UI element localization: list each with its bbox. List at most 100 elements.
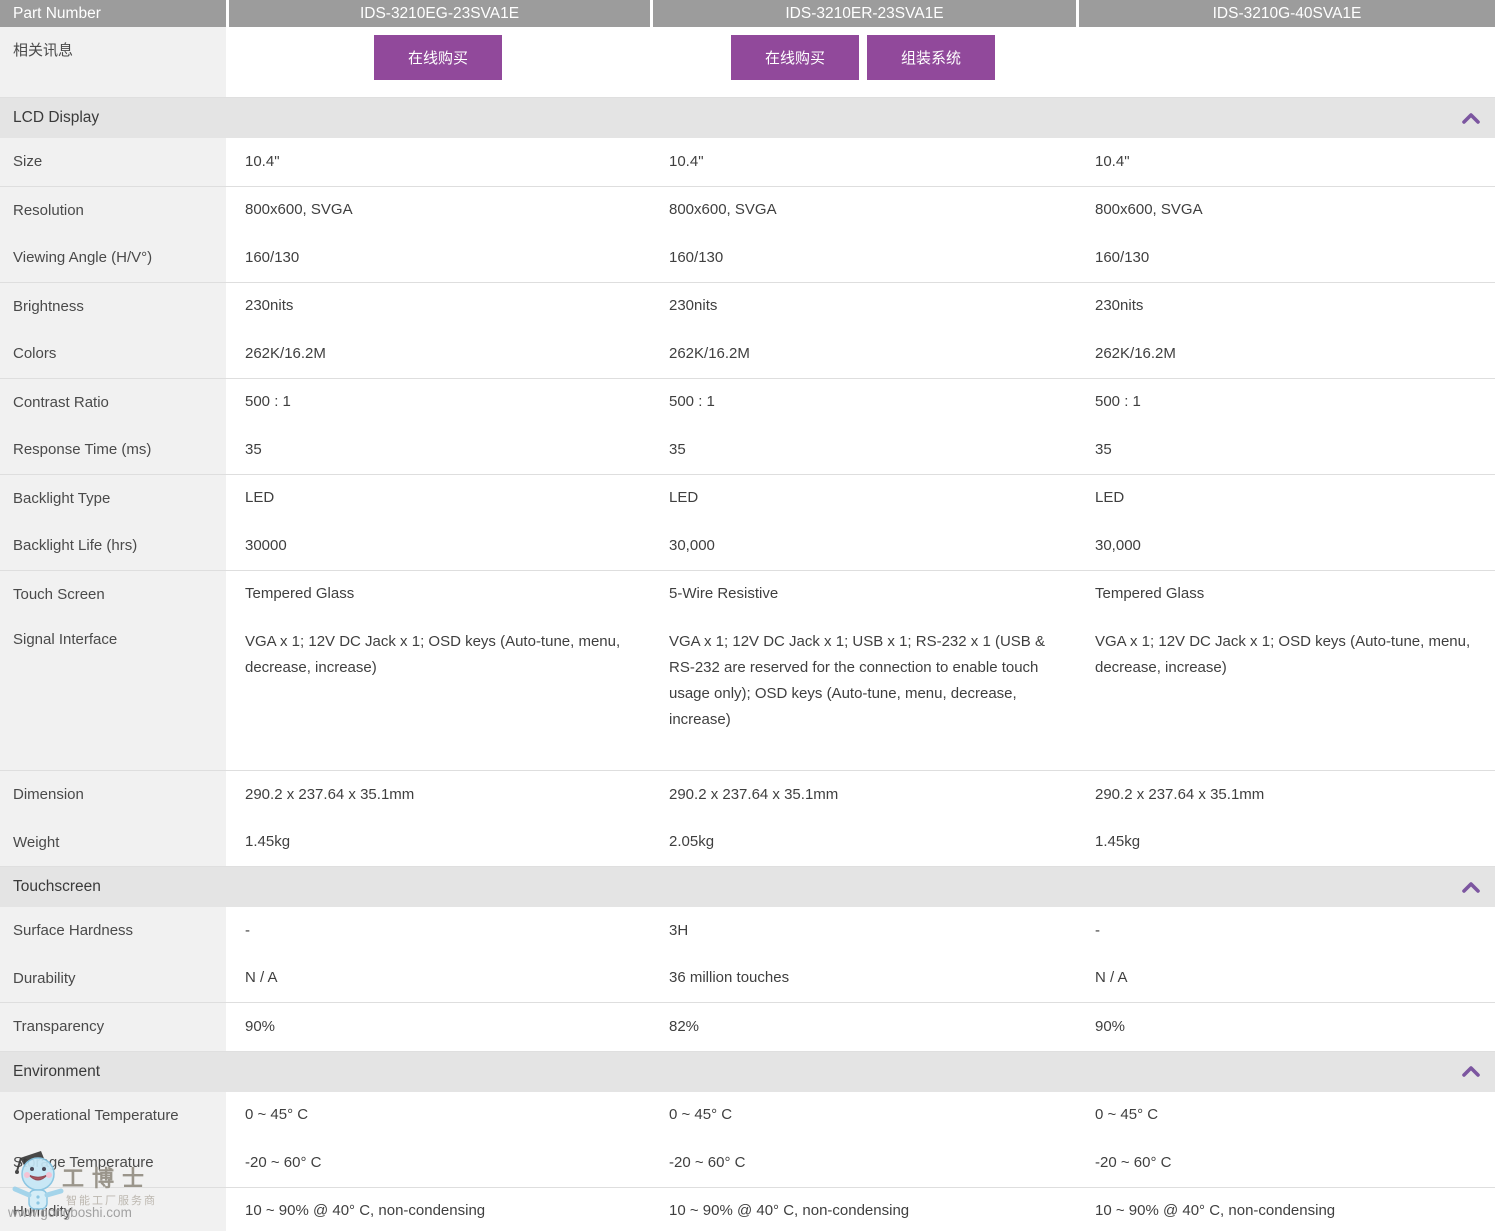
- spec-value: 0 ~ 45° C: [650, 1102, 1076, 1128]
- row-label: Signal Interface: [0, 618, 226, 770]
- row-label: Operational Temperature: [0, 1092, 226, 1140]
- spec-value: Tempered Glass: [226, 581, 650, 607]
- spec-value: 262K/16.2M: [650, 341, 1076, 367]
- spec-value: 35: [226, 437, 650, 463]
- spec-value: LED: [226, 485, 650, 511]
- spec-value: -: [1076, 918, 1495, 944]
- row-label: Size: [0, 138, 226, 186]
- part-number-col-2: IDS-3210ER-23SVA1E: [650, 0, 1076, 27]
- spec-value: 10.4": [1076, 149, 1495, 175]
- spec-row-signal-interface: Signal InterfaceVGA x 1; 12V DC Jack x 1…: [0, 618, 1495, 771]
- spec-value: 230nits: [1076, 293, 1495, 319]
- related-cell-3: [1076, 27, 1495, 97]
- spec-value: 10.4": [650, 149, 1076, 175]
- spec-value: Tempered Glass: [1076, 581, 1495, 607]
- spec-value: 290.2 x 237.64 x 35.1mm: [1076, 782, 1495, 808]
- spec-row-storage-temperature: Storage Temperature-20 ~ 60° C-20 ~ 60° …: [0, 1139, 1495, 1188]
- spec-value: -: [226, 918, 650, 944]
- spec-row-contrast-ratio: Contrast Ratio500 : 1500 : 1500 : 1: [0, 379, 1495, 427]
- spec-value: 800x600, SVGA: [650, 197, 1076, 223]
- spec-value: LED: [650, 485, 1076, 511]
- related-info-row: 相关讯息 在线购买 在线购买 组装系统: [0, 27, 1495, 97]
- section-header-lcd-display[interactable]: LCD Display: [0, 97, 1495, 138]
- related-cell-1: 在线购买: [226, 27, 650, 97]
- section-header-environment[interactable]: Environment: [0, 1051, 1495, 1092]
- spec-row-weight: Weight1.45kg2.05kg1.45kg: [0, 819, 1495, 867]
- spec-value: 160/130: [650, 245, 1076, 271]
- spec-value: 10.4": [226, 149, 650, 175]
- spec-value: 290.2 x 237.64 x 35.1mm: [650, 782, 1076, 808]
- part-number-col-1: IDS-3210EG-23SVA1E: [226, 0, 650, 27]
- chevron-up-icon[interactable]: [1462, 882, 1480, 893]
- spec-row-humidity: Humidity10 ~ 90% @ 40° C, non-condensing…: [0, 1188, 1495, 1231]
- spec-row-brightness: Brightness230nits230nits230nits: [0, 283, 1495, 331]
- related-info-label: 相关讯息: [0, 27, 226, 97]
- spec-value: -20 ~ 60° C: [650, 1150, 1076, 1176]
- spec-row-dimension: Dimension290.2 x 237.64 x 35.1mm290.2 x …: [0, 771, 1495, 819]
- spec-value: 800x600, SVGA: [226, 197, 650, 223]
- buy-online-button-col1[interactable]: 在线购买: [374, 35, 502, 80]
- spec-value: 36 million touches: [650, 965, 1076, 991]
- spec-value: 30,000: [650, 533, 1076, 559]
- spec-value: 262K/16.2M: [226, 341, 650, 367]
- spec-value: -20 ~ 60° C: [226, 1150, 650, 1176]
- row-label: Contrast Ratio: [0, 379, 226, 427]
- section-title: Environment: [13, 1063, 100, 1081]
- row-label: Transparency: [0, 1003, 226, 1051]
- spec-row-surface-hardness: Surface Hardness-3H-: [0, 907, 1495, 955]
- spec-row-resolution: Resolution800x600, SVGA800x600, SVGA800x…: [0, 187, 1495, 235]
- row-label: Humidity: [0, 1188, 226, 1231]
- row-label: Brightness: [0, 283, 226, 331]
- spec-value: 160/130: [226, 245, 650, 271]
- spec-row-viewing-angle-h-v: Viewing Angle (H/V°)160/130160/130160/13…: [0, 234, 1495, 283]
- spec-value: 290.2 x 237.64 x 35.1mm: [226, 782, 650, 808]
- spec-value: 800x600, SVGA: [1076, 197, 1495, 223]
- spec-value: N / A: [1076, 965, 1495, 991]
- row-label: Viewing Angle (H/V°): [0, 234, 226, 282]
- spec-value: LED: [1076, 485, 1495, 511]
- row-label: Durability: [0, 955, 226, 1003]
- section-header-touchscreen[interactable]: Touchscreen: [0, 866, 1495, 907]
- spec-value: VGA x 1; 12V DC Jack x 1; OSD keys (Auto…: [226, 618, 650, 770]
- row-label: Resolution: [0, 187, 226, 235]
- spec-row-colors: Colors262K/16.2M262K/16.2M262K/16.2M: [0, 330, 1495, 379]
- row-label: Colors: [0, 330, 226, 378]
- spec-value: 10 ~ 90% @ 40° C, non-condensing: [226, 1198, 650, 1224]
- spec-value: 1.45kg: [1076, 829, 1495, 855]
- related-cell-2: 在线购买 组装系统: [650, 27, 1076, 97]
- spec-row-response-time-ms: Response Time (ms)353535: [0, 426, 1495, 475]
- spec-value: 5-Wire Resistive: [650, 581, 1076, 607]
- row-label: Surface Hardness: [0, 907, 226, 955]
- spec-value: 160/130: [1076, 245, 1495, 271]
- spec-value: 35: [1076, 437, 1495, 463]
- spec-value: 30,000: [1076, 533, 1495, 559]
- spec-value: 500 : 1: [1076, 389, 1495, 415]
- spec-value: VGA x 1; 12V DC Jack x 1; USB x 1; RS-23…: [650, 618, 1076, 770]
- spec-value: 0 ~ 45° C: [226, 1102, 650, 1128]
- spec-row-transparency: Transparency90%82%90%: [0, 1003, 1495, 1051]
- spec-value: VGA x 1; 12V DC Jack x 1; OSD keys (Auto…: [1076, 618, 1495, 770]
- spec-row-backlight-type: Backlight TypeLEDLEDLED: [0, 475, 1495, 523]
- row-label: Storage Temperature: [0, 1139, 226, 1187]
- part-number-label: Part Number: [0, 0, 226, 27]
- spec-row-backlight-life-hrs: Backlight Life (hrs)3000030,00030,000: [0, 522, 1495, 571]
- spec-value: 30000: [226, 533, 650, 559]
- spec-value: -20 ~ 60° C: [1076, 1150, 1495, 1176]
- spec-value: 230nits: [650, 293, 1076, 319]
- spec-value: 500 : 1: [226, 389, 650, 415]
- spec-value: 500 : 1: [650, 389, 1076, 415]
- spec-value: 2.05kg: [650, 829, 1076, 855]
- row-label: Response Time (ms): [0, 426, 226, 474]
- spec-value: 0 ~ 45° C: [1076, 1102, 1495, 1128]
- assemble-system-button-col2[interactable]: 组装系统: [867, 35, 995, 80]
- spec-value: 262K/16.2M: [1076, 341, 1495, 367]
- part-number-header-row: Part Number IDS-3210EG-23SVA1E IDS-3210E…: [0, 0, 1495, 27]
- chevron-up-icon[interactable]: [1462, 1066, 1480, 1077]
- buy-online-button-col2[interactable]: 在线购买: [731, 35, 859, 80]
- spec-value: 1.45kg: [226, 829, 650, 855]
- chevron-up-icon[interactable]: [1462, 113, 1480, 124]
- spec-value: 82%: [650, 1014, 1076, 1040]
- section-title: Touchscreen: [13, 878, 101, 896]
- row-label: Weight: [0, 819, 226, 867]
- spec-row-durability: DurabilityN / A36 million touchesN / A: [0, 955, 1495, 1004]
